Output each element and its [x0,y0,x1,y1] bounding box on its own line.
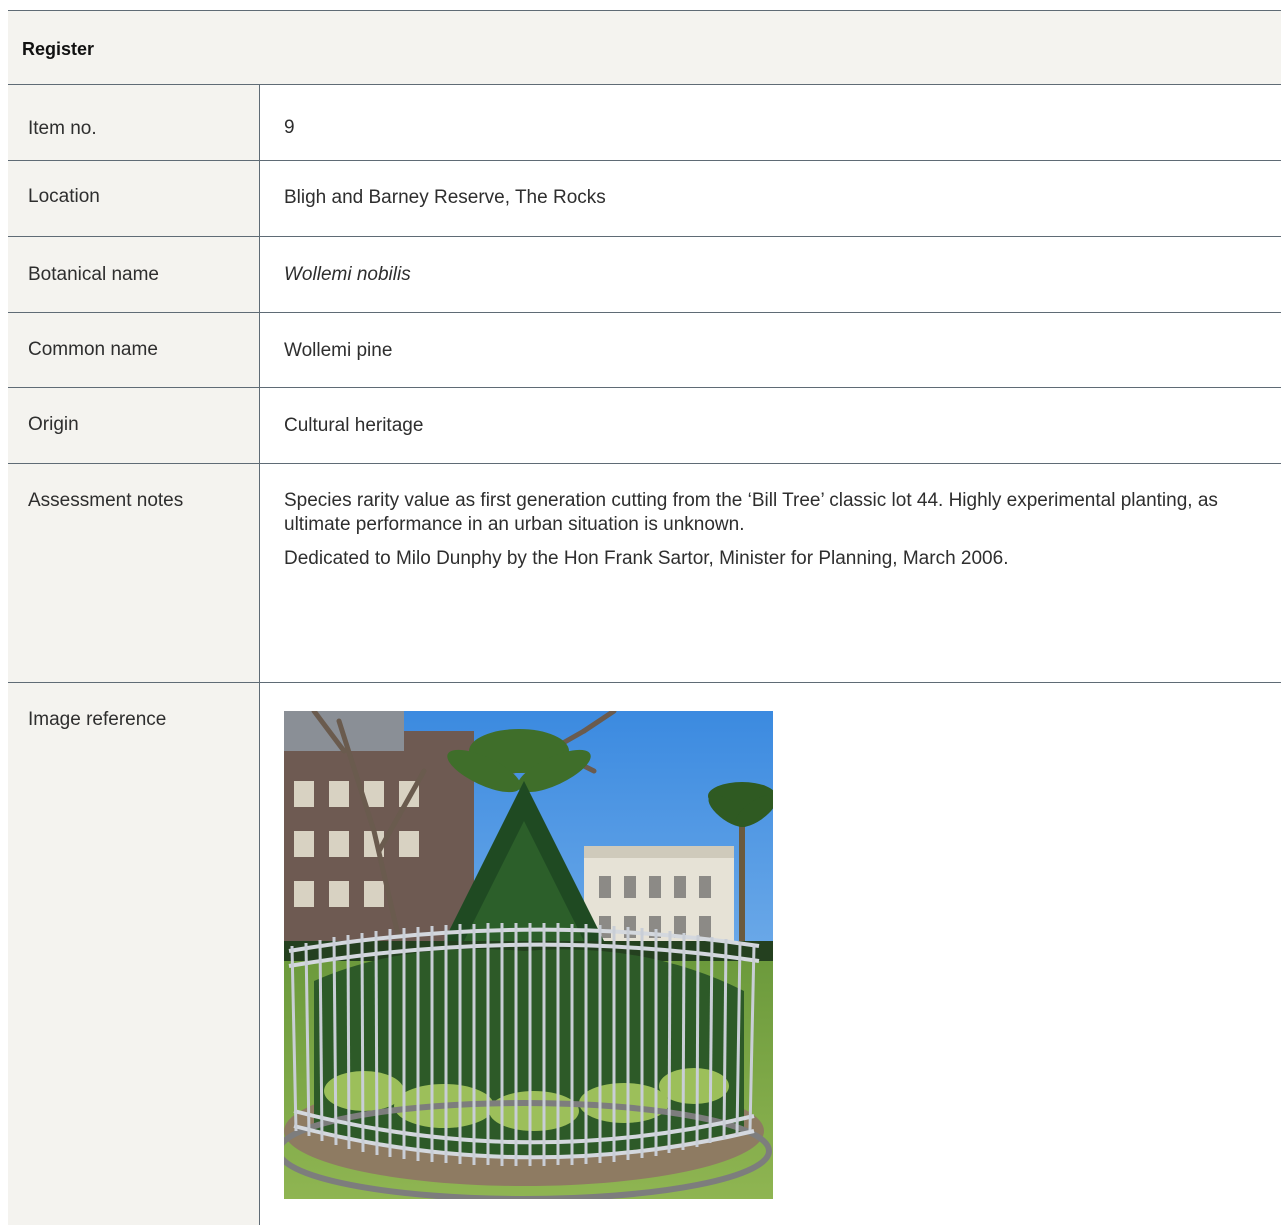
location-value: Bligh and Barney Reserve, The Rocks [284,187,606,208]
row-botanical-name: Botanical name Wollemi nobilis [8,237,1281,313]
common-name-label: Common name [28,339,158,360]
row-image-reference: Image reference [8,683,1281,1225]
row-assessment-notes: Assessment notes Species rarity value as… [8,464,1281,683]
register-header: Register [8,10,1281,85]
origin-label: Origin [28,414,79,435]
assessment-note-paragraph-1: Species rarity value as first generation… [284,490,1218,535]
image-reference-label: Image reference [28,709,167,730]
register-title: Register [22,39,95,59]
botanical-name-label: Botanical name [28,264,159,285]
value-cell: 9 [260,85,1281,160]
label-cell: Location [8,161,260,236]
value-cell: Wollemi pine [260,313,1281,387]
label-cell: Origin [8,388,260,463]
assessment-notes-label: Assessment notes [28,490,184,511]
origin-value: Cultural heritage [284,415,424,436]
item-no-value: 9 [284,117,295,138]
item-no-label: Item no. [28,118,97,139]
value-cell: Species rarity value as first generation… [260,464,1281,682]
label-cell: Image reference [8,683,260,1225]
label-cell: Assessment notes [8,464,260,682]
value-cell: Bligh and Barney Reserve, The Rocks [260,161,1281,236]
value-cell: Wollemi nobilis [260,237,1281,312]
row-item-no: Item no. 9 [8,85,1281,161]
register-table: Register Item no. 9 Location Bligh and B… [8,10,1281,1225]
assessment-note-paragraph-2: Dedicated to Milo Dunphy by the Hon Fran… [284,548,1009,569]
label-cell: Item no. [8,85,260,160]
row-location: Location Bligh and Barney Reserve, The R… [8,161,1281,237]
assessment-notes-value: Species rarity value as first generation… [284,489,1261,581]
row-origin: Origin Cultural heritage [8,388,1281,464]
common-name-value: Wollemi pine [284,340,393,361]
botanical-name-value: Wollemi nobilis [284,264,411,285]
label-cell: Botanical name [8,237,260,312]
label-cell: Common name [8,313,260,387]
wollemi-pine-photo [284,711,773,1199]
location-label: Location [28,186,100,207]
row-common-name: Common name Wollemi pine [8,313,1281,388]
value-cell [260,683,1281,1225]
value-cell: Cultural heritage [260,388,1281,463]
